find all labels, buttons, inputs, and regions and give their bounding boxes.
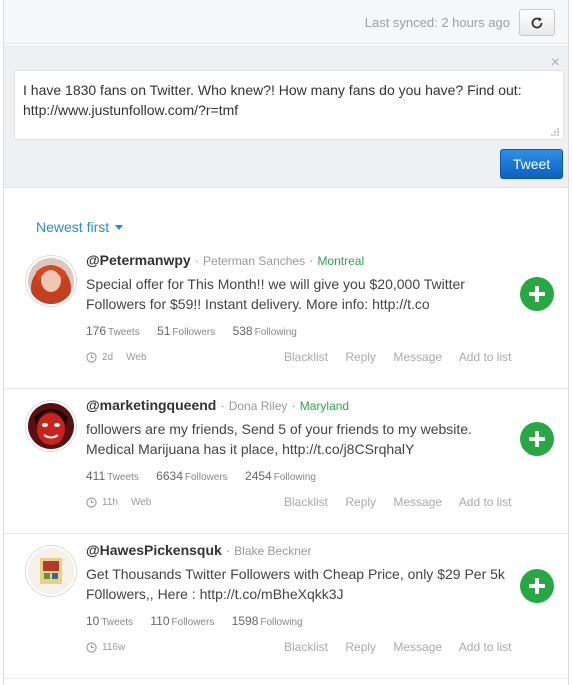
tweet-age: 2d [102, 352, 114, 363]
user-stats: 10 Tweets 110 Followers 1598 Following [86, 614, 317, 628]
action-links: Blacklist Reply Message Add to list [284, 495, 525, 509]
follow-button[interactable] [520, 277, 554, 311]
tweets-label: Tweets [107, 472, 139, 483]
separator-dot: · [291, 398, 296, 413]
tweet-source: Web [130, 497, 152, 508]
plus-icon [529, 578, 545, 594]
followers-count: 6634 [156, 469, 183, 483]
tweet-source: Web [126, 352, 147, 363]
top-bar: Last synced: 2 hours ago [4, 0, 568, 44]
list-item: @HawesPickensquk · Blake Beckner Get Thous… [4, 534, 568, 679]
tweet-button[interactable]: Tweet [500, 149, 563, 179]
followers-label: Followers [172, 327, 216, 338]
following-label: Following [273, 472, 316, 483]
tweets-label: Tweets [108, 327, 140, 338]
close-icon[interactable]: × [551, 55, 560, 71]
user-name: Dona Riley [228, 399, 288, 413]
blacklist-link[interactable]: Blacklist [284, 495, 328, 509]
followers-label: Followers [171, 617, 215, 628]
follow-button[interactable] [520, 422, 554, 456]
user-location: Maryland [299, 399, 350, 413]
separator-dot: · [225, 543, 231, 558]
tweets-count: 411 [86, 469, 106, 483]
sort-label: Newest first [36, 219, 110, 235]
separator-dot: · [309, 253, 314, 268]
clock-icon [86, 497, 97, 508]
refresh-button[interactable] [519, 9, 555, 36]
add-to-list-link[interactable]: Add to list [459, 495, 512, 509]
user-location: Montreal [317, 254, 365, 268]
tweet-textarea-text: I have 1830 fans on Twitter. Who knew?! … [23, 82, 522, 118]
tweet-age: 116w [102, 642, 126, 653]
following-count: 538 [232, 324, 253, 338]
message-link[interactable]: Message [393, 640, 442, 654]
action-links: Blacklist Reply Message Add to list [284, 640, 525, 654]
item-header: @marketingqueend · Dona Riley · Maryland [86, 397, 349, 413]
user-handle[interactable]: @HawesPickensquk [86, 542, 222, 558]
followers-label: Followers [184, 472, 228, 483]
avatar[interactable] [26, 401, 76, 451]
reply-link[interactable]: Reply [345, 350, 376, 364]
add-to-list-link[interactable]: Add to list [459, 640, 512, 654]
message-link[interactable]: Message [393, 495, 442, 509]
message-link[interactable]: Message [393, 350, 442, 364]
clock-icon [86, 642, 97, 653]
following-count: 1598 [231, 614, 259, 628]
user-handle[interactable]: @marketingqueend [86, 397, 216, 413]
tweets-count: 10 [86, 614, 100, 628]
tweet-meta: 2d Web [86, 352, 147, 363]
tweet-textarea[interactable]: I have 1830 fans on Twitter. Who knew?! … [14, 70, 564, 140]
separator-dot: · [194, 253, 200, 268]
action-links: Blacklist Reply Message Add to list [284, 350, 525, 364]
reply-link[interactable]: Reply [345, 495, 376, 509]
list-item: @Petermanwpy · Peterman Sanches · Montreal S… [4, 244, 568, 389]
reply-link[interactable]: Reply [345, 640, 376, 654]
following-count: 2454 [245, 469, 272, 483]
add-to-list-link[interactable]: Add to list [459, 350, 512, 364]
tweet-meta: 11h Web [86, 497, 151, 508]
tweet-age: 11h [102, 497, 118, 508]
user-handle[interactable]: @Petermanwpy [86, 252, 191, 268]
tweets-label: Tweets [101, 617, 134, 628]
user-stats: 411 Tweets 6634 Followers 2454 Following [86, 469, 330, 483]
blacklist-link[interactable]: Blacklist [284, 350, 328, 364]
followers-count: 110 [150, 614, 170, 628]
follow-button[interactable] [520, 569, 554, 603]
following-label: Following [254, 327, 297, 338]
list-item: @marketingqueend · Dona Riley · Maryland fol… [4, 389, 568, 534]
blacklist-link[interactable]: Blacklist [284, 640, 328, 654]
clock-icon [86, 352, 97, 363]
following-label: Following [260, 617, 303, 628]
avatar[interactable] [26, 256, 76, 306]
tweet-text: Get Thousands Twitter Followers with Che… [86, 566, 505, 602]
user-stats: 176 Tweets 51 Followers 538 Following [86, 324, 311, 338]
last-synced-text: Last synced: 2 hours ago [364, 15, 510, 30]
tweet-text: followers are my friends, Send 5 of your… [86, 421, 472, 457]
sort-dropdown[interactable]: Newest first [36, 219, 124, 235]
item-header: @Petermanwpy · Peterman Sanches · Montreal [86, 252, 364, 268]
user-name: Blake Beckner [234, 544, 312, 558]
tweet-text: Special offer for This Month!! we will g… [86, 276, 465, 312]
chevron-down-icon [115, 224, 124, 230]
tweet-meta: 116w [86, 642, 125, 653]
separator-dot: · [220, 398, 225, 413]
followers-count: 51 [157, 324, 171, 338]
plus-icon [529, 286, 545, 302]
app-frame: Last synced: 2 hours ago × I have 1830 f… [3, 0, 569, 685]
plus-icon [529, 431, 545, 447]
resize-grip-icon[interactable] [550, 127, 560, 137]
refresh-icon [531, 16, 543, 28]
compose-panel: × I have 1830 fans on Twitter. Who knew?… [4, 45, 568, 188]
item-header: @HawesPickensquk · Blake Beckner [86, 542, 312, 558]
tweets-count: 176 [86, 324, 107, 338]
avatar[interactable] [26, 546, 76, 596]
user-name: Peterman Sanches [203, 254, 306, 268]
